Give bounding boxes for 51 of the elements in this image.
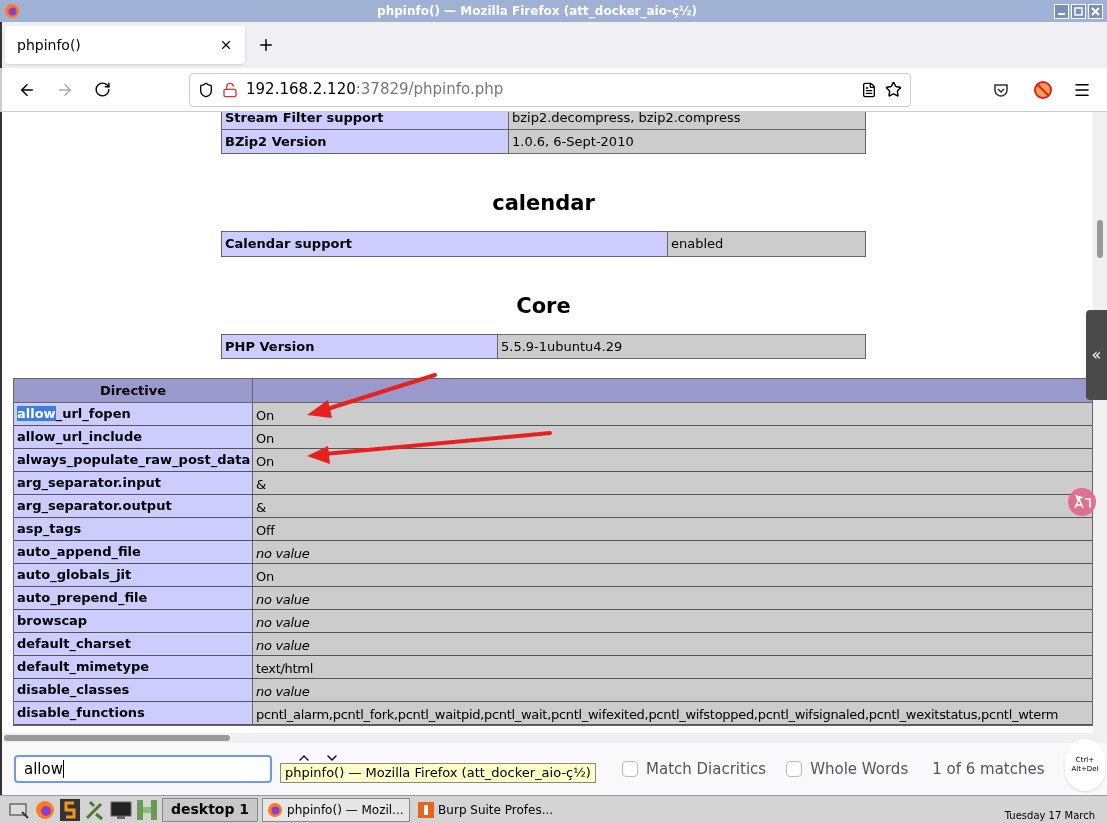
table-cell: no value [256, 591, 310, 607]
table-cell: asp_tags [14, 517, 253, 540]
taskbar-task[interactable]: Burp Suite Profes... [414, 797, 563, 822]
table-cell: On [256, 407, 274, 423]
table-cell: allow_url_include [14, 425, 253, 448]
workspace-button[interactable]: desktop 1 [162, 797, 259, 822]
address-bar[interactable]: 192.168.2.120:37829/phpinfo.php [189, 72, 911, 107]
option-label[interactable]: Whole Words [810, 757, 909, 781]
table-cell: always_populate_raw_post_data [14, 448, 253, 471]
table-cell: disable_functions [14, 701, 253, 724]
table-cell: BZip2 Version [222, 129, 509, 153]
side-panel-button[interactable]: « [1086, 310, 1107, 400]
table-cell: Off [256, 522, 275, 538]
table-cell: Calendar support [222, 232, 668, 256]
table-cell: no value [256, 637, 310, 653]
table-cell: disable_classes [14, 678, 253, 701]
table-cell: auto_append_file [14, 540, 253, 563]
match-count: 1 of 6 matches [932, 758, 1045, 780]
table-cell: pcntl_alarm,pcntl_fork,pcntl_waitpid,pcntl_wait,pcntl_wifexited,pcntl_wifstopped,pcntl_wifsignaled,pcntl_wexitstatus,pcntl_wterm [256, 706, 1059, 722]
table-cell: enabled [668, 232, 865, 256]
table-cell: default_mimetype [14, 655, 253, 678]
table-cell: auto_prepend_file [14, 586, 253, 609]
table-cell: no value [256, 545, 310, 561]
table-cell: browscap [14, 609, 253, 632]
taskbar-task[interactable]: phpinfo() — Mozil... [262, 797, 411, 822]
option-label[interactable]: Match Diacritics [646, 757, 767, 781]
table-cell: & [256, 476, 266, 492]
table-cell: text/html [256, 660, 313, 676]
column-header: Directive [14, 379, 253, 402]
table-cell: On [256, 453, 274, 469]
table-cell: & [256, 499, 266, 515]
table-cell: arg_separator.input [14, 471, 253, 494]
table-cell: 1.0.6, 6-Sept-2010 [509, 129, 865, 153]
table-cell: On [256, 568, 274, 584]
section-heading: calendar [492, 190, 595, 216]
table-cell: no value [256, 683, 310, 699]
table-cell: 5.5.9-1ubuntu4.29 [498, 334, 865, 358]
table-cell: PHP Version [222, 334, 498, 358]
table-cell: bzip2.decompress, bzip2.compress [509, 112, 865, 129]
table-cell: default_charset [14, 632, 253, 655]
find-field[interactable]: allow [14, 755, 272, 783]
table-cell: no value [256, 614, 310, 630]
table-cell: Stream Filter support [222, 112, 509, 129]
window-title: phpinfo() — Mozilla Firefox (att_docker_aio-ç½) [376, 3, 698, 20]
table-cell: arg_separator.output [14, 494, 253, 517]
table-cell: auto_globals_jit [14, 563, 253, 586]
clock-date: Tuesday 17 March [1004, 810, 1095, 822]
table-cell: On [256, 430, 274, 446]
browser-tab[interactable]: phpinfo() [5, 26, 245, 64]
section-heading: Core [516, 292, 571, 319]
tooltip: phpinfo() — Mozilla Firefox (att_docker_aio-ç½) [280, 763, 596, 783]
